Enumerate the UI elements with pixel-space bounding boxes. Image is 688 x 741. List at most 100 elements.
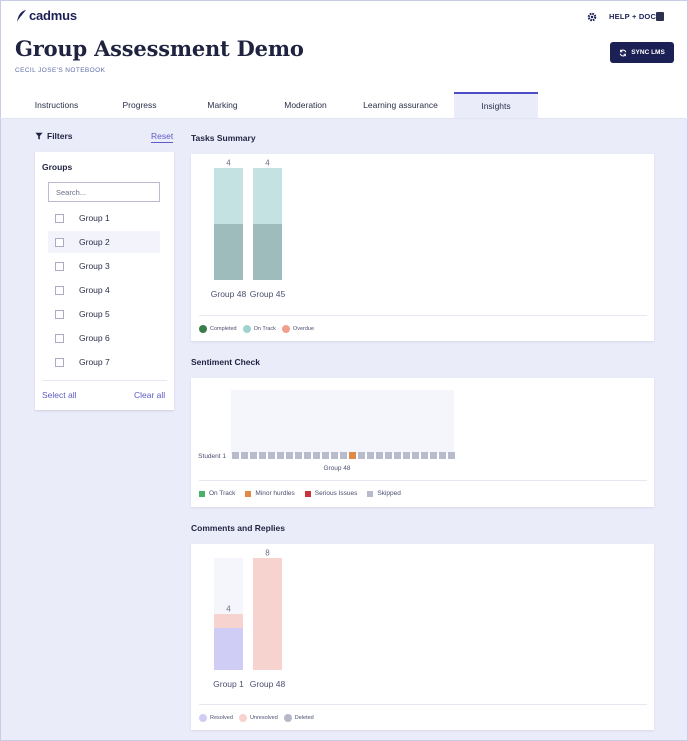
sentiment-cell: [340, 452, 347, 459]
group-label: Group 5: [79, 309, 110, 319]
group-checkbox[interactable]: [55, 285, 64, 295]
group-option-1[interactable]: Group 1: [48, 207, 160, 229]
comments-replies-title: Comments and Replies: [191, 523, 285, 533]
sentiment-cell: [412, 452, 419, 459]
sentiment-legend: On Track Minor hurdles Serious Issues Sk…: [199, 490, 401, 497]
sentiment-cell: [268, 452, 275, 459]
settings-gear-icon[interactable]: [586, 11, 598, 23]
tasks-summary-title: Tasks Summary: [191, 133, 256, 143]
tab-bar: Instructions Progress Marking Moderation…: [15, 92, 538, 118]
group-label: Group 2: [79, 237, 110, 247]
comments-replies-card: 4 Group 1 8 Group 48 Resolved Unresolved De…: [191, 544, 654, 730]
select-all-link[interactable]: Select all: [42, 390, 77, 400]
comments-replies-chart: 4 Group 1 8 Group 48: [213, 549, 285, 690]
book-icon[interactable]: [656, 12, 664, 21]
bar-segment-unresolved: [214, 614, 243, 628]
tab-marking[interactable]: Marking: [181, 92, 264, 118]
sentiment-cell: [421, 452, 428, 459]
sentiment-cell: [367, 452, 374, 459]
deleted-dot-icon: [283, 714, 292, 722]
sentiment-cell: [331, 452, 338, 459]
filter-icon: [35, 132, 43, 140]
clear-all-link[interactable]: Clear all: [134, 390, 165, 400]
bar-segment-unresolved: [253, 558, 282, 670]
bar-segment-resolved: [214, 628, 243, 670]
legend-unresolved: Unresolved: [238, 714, 278, 722]
sentiment-cell: [295, 452, 302, 459]
groups-filter-card: Groups Search... Group 1 Group 2 Group 3…: [35, 152, 174, 410]
sentiment-cell: [241, 452, 248, 459]
sync-lms-label: SYNC LMS: [631, 49, 665, 56]
sentiment-cell: [376, 452, 383, 459]
help-docs-link[interactable]: HELP + DOCS: [609, 12, 661, 21]
group-option-2[interactable]: Group 2: [48, 231, 160, 253]
sentiment-cell: [304, 452, 311, 459]
sentiment-cell: [277, 452, 284, 459]
tab-moderation[interactable]: Moderation: [264, 92, 347, 118]
group-checkbox[interactable]: [55, 237, 64, 247]
logo-text: cadmus: [29, 8, 77, 23]
group-checkbox[interactable]: [55, 309, 64, 319]
bar-segment-lower: [253, 224, 282, 280]
groups-title: Groups: [42, 162, 73, 172]
group-label: Group 7: [79, 357, 110, 367]
reset-filters-link[interactable]: Reset: [151, 131, 174, 143]
skipped-square-icon: [367, 490, 374, 497]
on-track-dot-icon: [242, 325, 251, 333]
group-checkbox[interactable]: [55, 261, 64, 271]
sentiment-check-title: Sentiment Check: [191, 357, 260, 367]
bar-segment-lower: [214, 224, 243, 280]
tab-learning-assurance[interactable]: Learning assurance: [347, 92, 454, 118]
group-checkbox[interactable]: [55, 357, 64, 367]
bar-segment-upper: [253, 168, 282, 224]
bar-total-label: 4: [265, 159, 270, 168]
group-option-5[interactable]: Group 5: [48, 303, 160, 325]
legend-on-track: On Track: [199, 490, 235, 497]
group-option-7[interactable]: Group 7: [48, 351, 160, 373]
sentiment-check-card: Student 1 Group 48 On Track Minor hurdles…: [191, 378, 654, 507]
tab-instructions[interactable]: Instructions: [15, 92, 98, 118]
bar-total-label: 4: [226, 605, 231, 614]
group-checkbox[interactable]: [55, 213, 64, 223]
sentiment-cell: [349, 452, 356, 459]
bar-segment-upper: [214, 168, 243, 224]
tab-progress[interactable]: Progress: [98, 92, 181, 118]
sentiment-cell: [250, 452, 257, 459]
legend-completed: Completed: [199, 325, 237, 333]
group-checkbox[interactable]: [55, 333, 64, 343]
cadmus-logo[interactable]: cadmus: [15, 8, 77, 23]
sentiment-cell: [313, 452, 320, 459]
tabs-divider: [0, 118, 688, 119]
sentiment-cell: [430, 452, 437, 459]
filters-heading: Filters: [35, 131, 73, 141]
tasks-summary-chart: 4 Group 48 4 Group 45: [211, 159, 286, 300]
group-option-6[interactable]: Group 6: [48, 327, 160, 349]
legend-skipped: Skipped: [367, 490, 401, 497]
group-option-4[interactable]: Group 4: [48, 279, 160, 301]
sentiment-cell: [232, 452, 239, 459]
group-axis-label: Group 48: [323, 465, 350, 472]
notebook-owner: CECIL JOSE'S NOTEBOOK: [15, 67, 106, 74]
minor-hurdles-square-icon: [245, 490, 252, 497]
legend-deleted: Deleted: [283, 714, 314, 722]
completed-dot-icon: [199, 325, 207, 333]
group-option-3[interactable]: Group 3: [48, 255, 160, 277]
sentiment-cell: [322, 452, 329, 459]
group-search-input[interactable]: Search...: [48, 182, 160, 202]
sync-lms-button[interactable]: SYNC LMS: [610, 42, 674, 63]
unresolved-dot-icon: [238, 714, 247, 722]
card-divider: [199, 704, 647, 705]
resolved-dot-icon: [199, 714, 207, 722]
card-divider: [199, 480, 647, 481]
tasks-legend: Completed On Track Overdue: [199, 325, 314, 333]
sentiment-cell: [286, 452, 293, 459]
overdue-dot-icon: [281, 325, 290, 333]
tab-insights[interactable]: Insights: [454, 92, 538, 118]
legend-minor-hurdles: Minor hurdles: [245, 490, 295, 497]
category-label: Group 1: [213, 679, 244, 689]
group-label: Group 1: [79, 213, 110, 223]
sentiment-cell: [439, 452, 446, 459]
bar-total-label: 4: [226, 159, 231, 168]
sentiment-cell: [448, 452, 455, 459]
tasks-summary-card: 4 Group 48 4 Group 45 Completed On Track Ov…: [191, 154, 654, 341]
